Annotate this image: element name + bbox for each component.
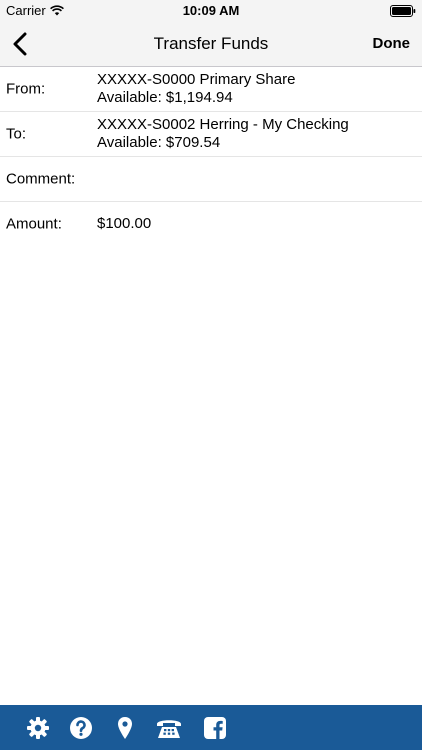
amount-label: Amount: <box>6 215 62 233</box>
comment-row[interactable]: Comment: <box>0 157 422 202</box>
navigation-bar: Transfer Funds Done <box>0 22 422 67</box>
from-account[interactable]: XXXXX-S0000 Primary Share Available: $1,… <box>97 71 295 107</box>
to-row[interactable]: To: XXXXX-S0002 Herring - My Checking Av… <box>0 112 422 157</box>
amount-row[interactable]: Amount: $100.00 <box>0 202 422 246</box>
bottom-toolbar <box>0 705 422 750</box>
location-pin-icon[interactable] <box>113 716 137 740</box>
page-title: Transfer Funds <box>153 34 269 53</box>
facebook-icon[interactable] <box>203 716 227 740</box>
status-time: 10:09 AM <box>182 3 240 18</box>
comment-label: Comment: <box>6 170 76 188</box>
from-label: From: <box>6 80 46 98</box>
battery-icon <box>390 5 416 20</box>
from-account-name: XXXXX-S0000 Primary Share <box>97 71 296 88</box>
from-available-balance: Available: $1,194.94 <box>97 89 233 106</box>
gear-icon[interactable] <box>26 716 50 740</box>
from-row[interactable]: From: XXXXX-S0000 Primary Share Availabl… <box>0 67 422 112</box>
done-button[interactable]: Done <box>373 35 411 52</box>
to-account[interactable]: XXXXX-S0002 Herring - My Checking Availa… <box>97 116 349 152</box>
amount-field[interactable]: $100.00 <box>97 215 151 233</box>
transfer-form: From: XXXXX-S0000 Primary Share Availabl… <box>0 67 422 246</box>
to-account-name: XXXXX-S0002 Herring - My Checking <box>97 116 349 133</box>
phone-icon[interactable] <box>155 716 183 740</box>
status-bar: Carrier 10:09 AM <box>0 0 422 22</box>
help-icon[interactable] <box>69 716 93 740</box>
to-label: To: <box>6 125 27 143</box>
to-available-balance: Available: $709.54 <box>97 134 221 151</box>
